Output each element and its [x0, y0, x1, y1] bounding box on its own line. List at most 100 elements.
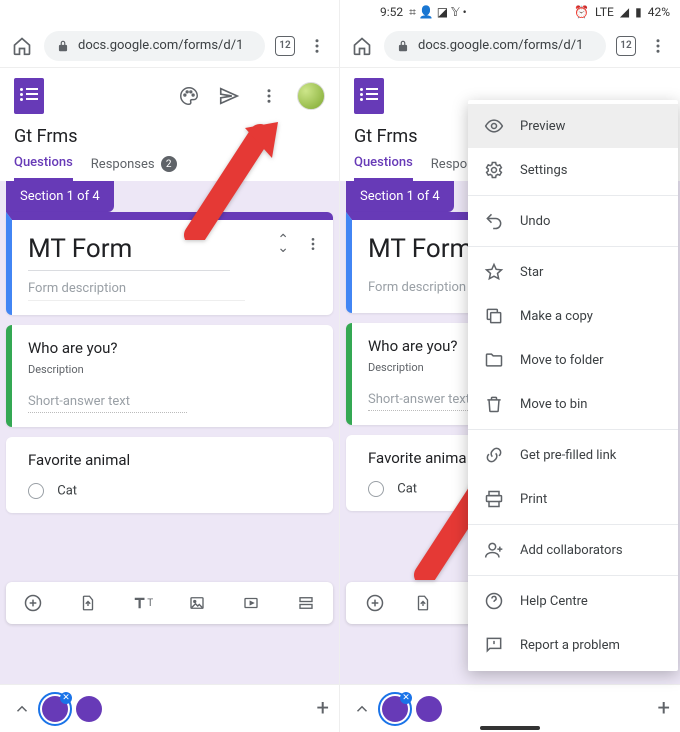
tabs-count[interactable]: 12 — [616, 36, 636, 56]
url-pill[interactable]: docs.google.com/forms/d/1 — [44, 31, 265, 61]
add-question-icon[interactable] — [364, 592, 386, 614]
tab-responses[interactable]: Responses 2 — [91, 156, 177, 180]
question-card-1[interactable]: Who are you? Description Short-answer te… — [6, 325, 333, 427]
eye-icon — [484, 116, 504, 136]
home-icon[interactable] — [350, 34, 374, 58]
menu-move-bin[interactable]: Move to bin — [468, 382, 678, 426]
trash-icon — [484, 394, 504, 414]
section-chip: Section 1 of 4 — [346, 181, 454, 212]
browser-address-bar: docs.google.com/forms/d/1 12 — [340, 24, 680, 68]
add-image-icon[interactable] — [186, 592, 208, 614]
option-1-label[interactable]: Cat — [57, 483, 77, 498]
new-tab-button[interactable]: + — [658, 696, 670, 721]
question-card-2[interactable]: Favorite animal Cat — [6, 437, 333, 513]
overflow-menu: Preview Settings Undo Star Make a copy — [468, 100, 678, 671]
link-icon — [484, 445, 504, 465]
menu-label: Get pre-filled link — [520, 448, 616, 463]
tab-responses-label: Respo — [431, 157, 467, 172]
menu-label: Report a problem — [520, 638, 620, 653]
url-pill[interactable]: docs.google.com/forms/d/1 — [384, 31, 606, 61]
url-text: docs.google.com/forms/d/1 — [78, 38, 243, 53]
section-chip: Section 1 of 4 — [6, 181, 114, 212]
browser-address-bar: docs.google.com/forms/d/1 12 — [0, 24, 339, 68]
responses-count-badge: 2 — [161, 156, 177, 172]
star-icon — [484, 262, 504, 282]
question-1-title[interactable]: Who are you? — [28, 339, 317, 357]
battery-pct: 42% — [648, 5, 670, 19]
menu-label: Help Centre — [520, 594, 588, 609]
other-tab-icon[interactable] — [416, 696, 442, 722]
menu-label: Undo — [520, 214, 550, 229]
folder-icon — [484, 350, 504, 370]
menu-add-collaborators[interactable]: Add collaborators — [468, 528, 678, 572]
menu-undo[interactable]: Undo — [468, 199, 678, 243]
add-title-icon[interactable]: T — [131, 592, 153, 614]
radio-icon[interactable] — [368, 481, 384, 497]
browser-more-icon[interactable] — [305, 34, 329, 58]
status-bar: 9:52 ⌗ 👤 ◪ 𝕐 • ⏰ LTE ◢ ▮ 42% — [340, 0, 680, 24]
add-question-icon[interactable] — [22, 592, 44, 614]
tabs-count[interactable]: 12 — [275, 36, 295, 56]
close-tab-icon[interactable]: ✕ — [400, 692, 412, 704]
card-more-icon[interactable] — [305, 236, 321, 252]
lock-icon — [56, 39, 70, 53]
menu-prefilled-link[interactable]: Get pre-filled link — [468, 433, 678, 477]
form-description-input[interactable]: Form description — [28, 281, 245, 301]
menu-move-folder[interactable]: Move to folder — [468, 338, 678, 382]
theme-palette-icon[interactable] — [177, 84, 201, 108]
menu-report-problem[interactable]: Report a problem — [468, 623, 678, 667]
google-forms-logo-icon[interactable] — [354, 78, 384, 114]
menu-help[interactable]: Help Centre — [468, 579, 678, 623]
menu-star[interactable]: Star — [468, 250, 678, 294]
network-label: LTE — [595, 5, 614, 19]
add-video-icon[interactable] — [240, 592, 262, 614]
insert-toolbar: T — [6, 582, 333, 624]
battery-icon: ▮ — [635, 5, 642, 19]
home-icon[interactable] — [10, 34, 34, 58]
import-questions-icon[interactable] — [77, 592, 99, 614]
form-app-header — [0, 68, 339, 120]
chevron-up-icon[interactable] — [10, 697, 34, 721]
status-app-icons: ⌗ 👤 ◪ 𝕐 • — [409, 5, 466, 20]
menu-settings[interactable]: Settings — [468, 148, 678, 192]
radio-icon[interactable] — [28, 483, 44, 499]
gear-icon — [484, 160, 504, 180]
url-text: docs.google.com/forms/d/1 — [418, 38, 583, 53]
chevron-up-icon[interactable] — [350, 697, 374, 721]
profile-avatar[interactable] — [297, 82, 325, 110]
signal-icon: ◢ — [620, 5, 629, 19]
new-tab-button[interactable]: + — [317, 696, 329, 721]
annotation-arrow-1 — [180, 120, 290, 240]
right-screenshot: 9:52 ⌗ 👤 ◪ 𝕐 • ⏰ LTE ◢ ▮ 42% docs.google… — [340, 0, 680, 732]
close-tab-icon[interactable]: ✕ — [60, 692, 72, 704]
question-1-desc[interactable]: Description — [28, 363, 317, 376]
menu-label: Star — [520, 265, 543, 280]
feedback-icon — [484, 635, 504, 655]
gesture-nav-handle[interactable] — [480, 726, 540, 730]
menu-preview[interactable]: Preview — [468, 104, 678, 148]
menu-make-copy[interactable]: Make a copy — [468, 294, 678, 338]
alarm-icon: ⏰ — [574, 5, 589, 19]
browser-more-icon[interactable] — [646, 34, 670, 58]
import-questions-icon[interactable] — [412, 592, 434, 614]
tab-responses[interactable]: Respo — [431, 157, 467, 180]
tab-questions[interactable]: Questions — [14, 155, 73, 181]
tab-questions[interactable]: Questions — [354, 155, 413, 181]
undo-icon — [484, 211, 504, 231]
add-section-icon[interactable] — [295, 592, 317, 614]
print-icon — [484, 489, 504, 509]
menu-print[interactable]: Print — [468, 477, 678, 521]
send-icon[interactable] — [217, 84, 241, 108]
form-more-icon[interactable] — [257, 84, 281, 108]
question-2-title[interactable]: Favorite animal — [28, 451, 317, 469]
google-forms-logo-icon[interactable] — [14, 78, 44, 114]
other-tab-icon[interactable] — [76, 696, 102, 722]
status-bar — [0, 0, 339, 24]
current-tab-icon[interactable]: ✕ — [42, 696, 68, 722]
status-time: 9:52 — [380, 5, 403, 19]
menu-label: Settings — [520, 163, 567, 178]
person-add-icon — [484, 540, 504, 560]
menu-label: Move to folder — [520, 353, 604, 368]
current-tab-icon[interactable]: ✕ — [382, 696, 408, 722]
menu-label: Preview — [520, 119, 565, 134]
